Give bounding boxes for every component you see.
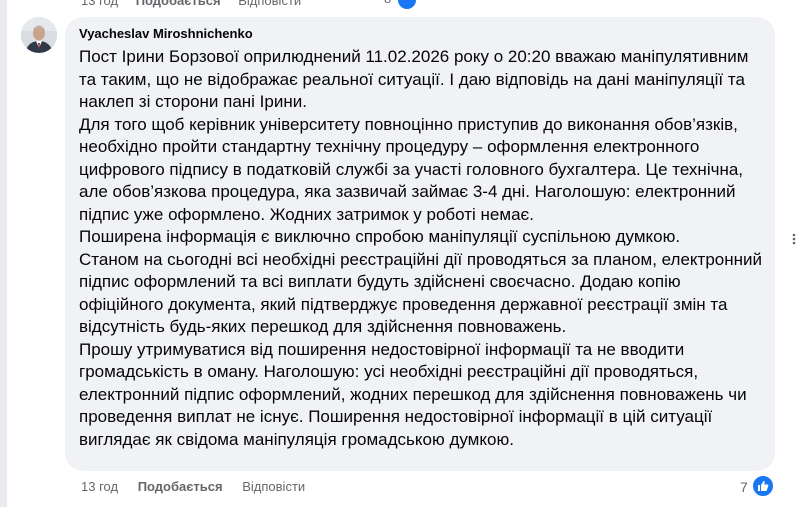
comment-paragraph: Станом на сьогодні всі необхідні реєстра…: [79, 249, 763, 337]
comment-paragraph: Прошу утримуватися від поширення недосто…: [79, 339, 747, 449]
reaction-count[interactable]: 7: [740, 479, 748, 495]
comment-time[interactable]: 13 год: [81, 479, 118, 494]
previous-like-button[interactable]: Подобається: [136, 0, 221, 8]
thumbs-up-icon[interactable]: [752, 475, 774, 497]
comment-author[interactable]: Vyacheslav Miroshnichenko: [79, 25, 763, 43]
reply-button[interactable]: Відповісти: [242, 479, 305, 494]
comment-thread: 13 год Подобається Відповісти 8 Vyachesl…: [0, 0, 800, 507]
previous-reaction-count[interactable]: 8: [384, 0, 391, 6]
avatar[interactable]: [21, 17, 57, 53]
avatar-photo: [21, 17, 57, 53]
comment-paragraph: Для того щоб керівник університету повно…: [79, 114, 744, 224]
comment-paragraph: Пост Ірини Борзової оприлюднений 11.02.2…: [79, 47, 749, 111]
comment-actions: 13 год Подобається Відповісти: [81, 479, 305, 497]
like-button[interactable]: Подобається: [138, 479, 223, 494]
more-dots-icon[interactable]: [788, 232, 800, 246]
comment-body: Пост Ірини Борзової оприлюднений 11.02.2…: [79, 46, 763, 451]
left-panel-edge: [0, 0, 7, 507]
comment-paragraph: Поширена інформація є виключно спробою м…: [79, 227, 681, 246]
previous-reply-button[interactable]: Відповісти: [238, 0, 301, 8]
thumbs-up-icon: [398, 0, 416, 9]
previous-comment-time[interactable]: 13 год: [81, 0, 118, 8]
comment-bubble: Vyacheslav Miroshnichenko Пост Ірини Бор…: [65, 17, 775, 471]
previous-comment-actions: 13 год Подобається Відповісти: [81, 0, 315, 8]
